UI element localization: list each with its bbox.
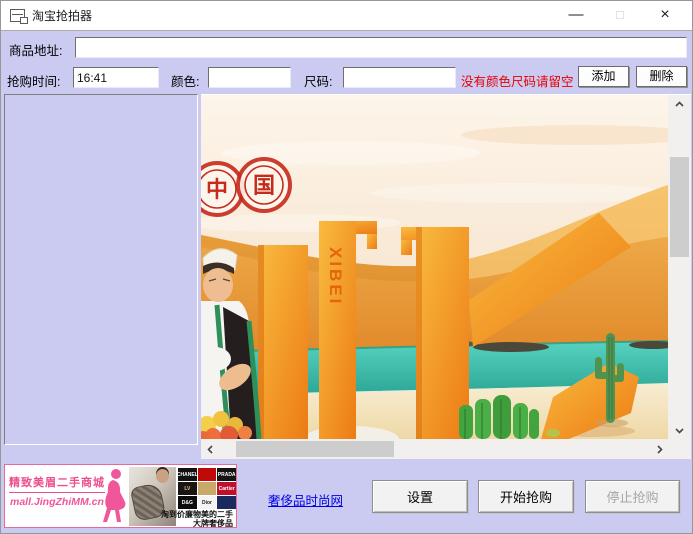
scroll-down-button[interactable] — [668, 421, 691, 439]
vertical-scrollbar[interactable] — [668, 95, 691, 439]
scrollbar-corner — [668, 439, 691, 459]
empty-hint-text: 没有颜色尺码请留空 — [461, 71, 574, 90]
brand-tile: D&G — [178, 496, 197, 509]
purchase-time-input[interactable] — [73, 67, 159, 88]
product-image: XIBEI 中 国 — [201, 95, 668, 439]
picture-box: XIBEI 中 国 — [201, 94, 691, 458]
banner-tagline-1: 淘到价廉物美的二手 — [115, 510, 233, 519]
banner-tagline-2: 大牌奢侈品 — [115, 519, 233, 528]
product-url-input[interactable] — [75, 37, 687, 58]
color-input[interactable] — [208, 67, 291, 88]
brand-tile — [198, 468, 217, 481]
svg-text:国: 国 — [253, 173, 275, 198]
brand-tile: Cartier — [217, 482, 236, 495]
scroll-left-button[interactable] — [201, 439, 219, 459]
brand-tile — [198, 482, 217, 495]
banner-url: mall.JingZhiMM.cn — [10, 496, 104, 508]
vertical-scroll-thumb[interactable] — [670, 157, 689, 257]
model-head — [156, 469, 169, 483]
close-button[interactable]: × — [652, 1, 678, 31]
scroll-up-button[interactable] — [668, 95, 691, 113]
scroll-right-button[interactable] — [650, 439, 668, 459]
brand-tile: PRADA — [217, 468, 236, 481]
chevron-up-icon — [674, 99, 685, 110]
product-url-label: 商品地址: — [9, 40, 62, 59]
luxury-site-link[interactable]: 奢侈品时尚网 — [268, 490, 343, 509]
chevron-left-icon — [205, 444, 216, 455]
app-window: 淘宝抢拍器 — □ × 商品地址: 抢购时间: 颜色: 尺码: 没有颜色尺码请留… — [0, 0, 693, 534]
brand-tile — [217, 496, 236, 509]
stop-purchase-button: 停止抢购 — [585, 480, 680, 513]
minimize-button[interactable]: — — [563, 1, 589, 31]
window-title: 淘宝抢拍器 — [32, 1, 92, 31]
color-label: 颜色: — [171, 71, 199, 90]
chevron-down-icon — [674, 425, 685, 436]
brand-tile: CHANEL — [178, 468, 197, 481]
app-icon — [10, 9, 25, 22]
size-input[interactable] — [343, 67, 456, 88]
size-label: 尺码: — [304, 71, 332, 90]
start-purchase-button[interactable]: 开始抢购 — [478, 480, 574, 513]
brand-tile: LV — [178, 482, 197, 495]
add-button[interactable]: 添加 — [578, 66, 629, 87]
task-listbox[interactable] — [4, 94, 198, 445]
brand-tile: Dior — [198, 496, 217, 509]
svg-text:中: 中 — [206, 177, 228, 202]
horizontal-scrollbar[interactable] — [201, 439, 668, 459]
ad-banner[interactable]: 精致美眉二手商城 mall.JingZhiMM.cn CHANEL PRADA … — [4, 464, 237, 528]
delete-button[interactable]: 删除 — [636, 66, 687, 87]
horizontal-scroll-thumb[interactable] — [236, 441, 394, 457]
maximize-button: □ — [607, 1, 633, 31]
settings-button[interactable]: 设置 — [372, 480, 468, 513]
purchase-time-label: 抢购时间: — [7, 71, 60, 90]
title-bar: 淘宝抢拍器 — □ × — [1, 1, 692, 31]
brand-logo-grid: CHANEL PRADA LV Cartier D&G Dior — [178, 468, 236, 509]
banner-title: 精致美眉二手商城 — [9, 474, 105, 493]
xibei-vertical-text: XIBEI — [326, 247, 345, 306]
chevron-right-icon — [654, 444, 665, 455]
